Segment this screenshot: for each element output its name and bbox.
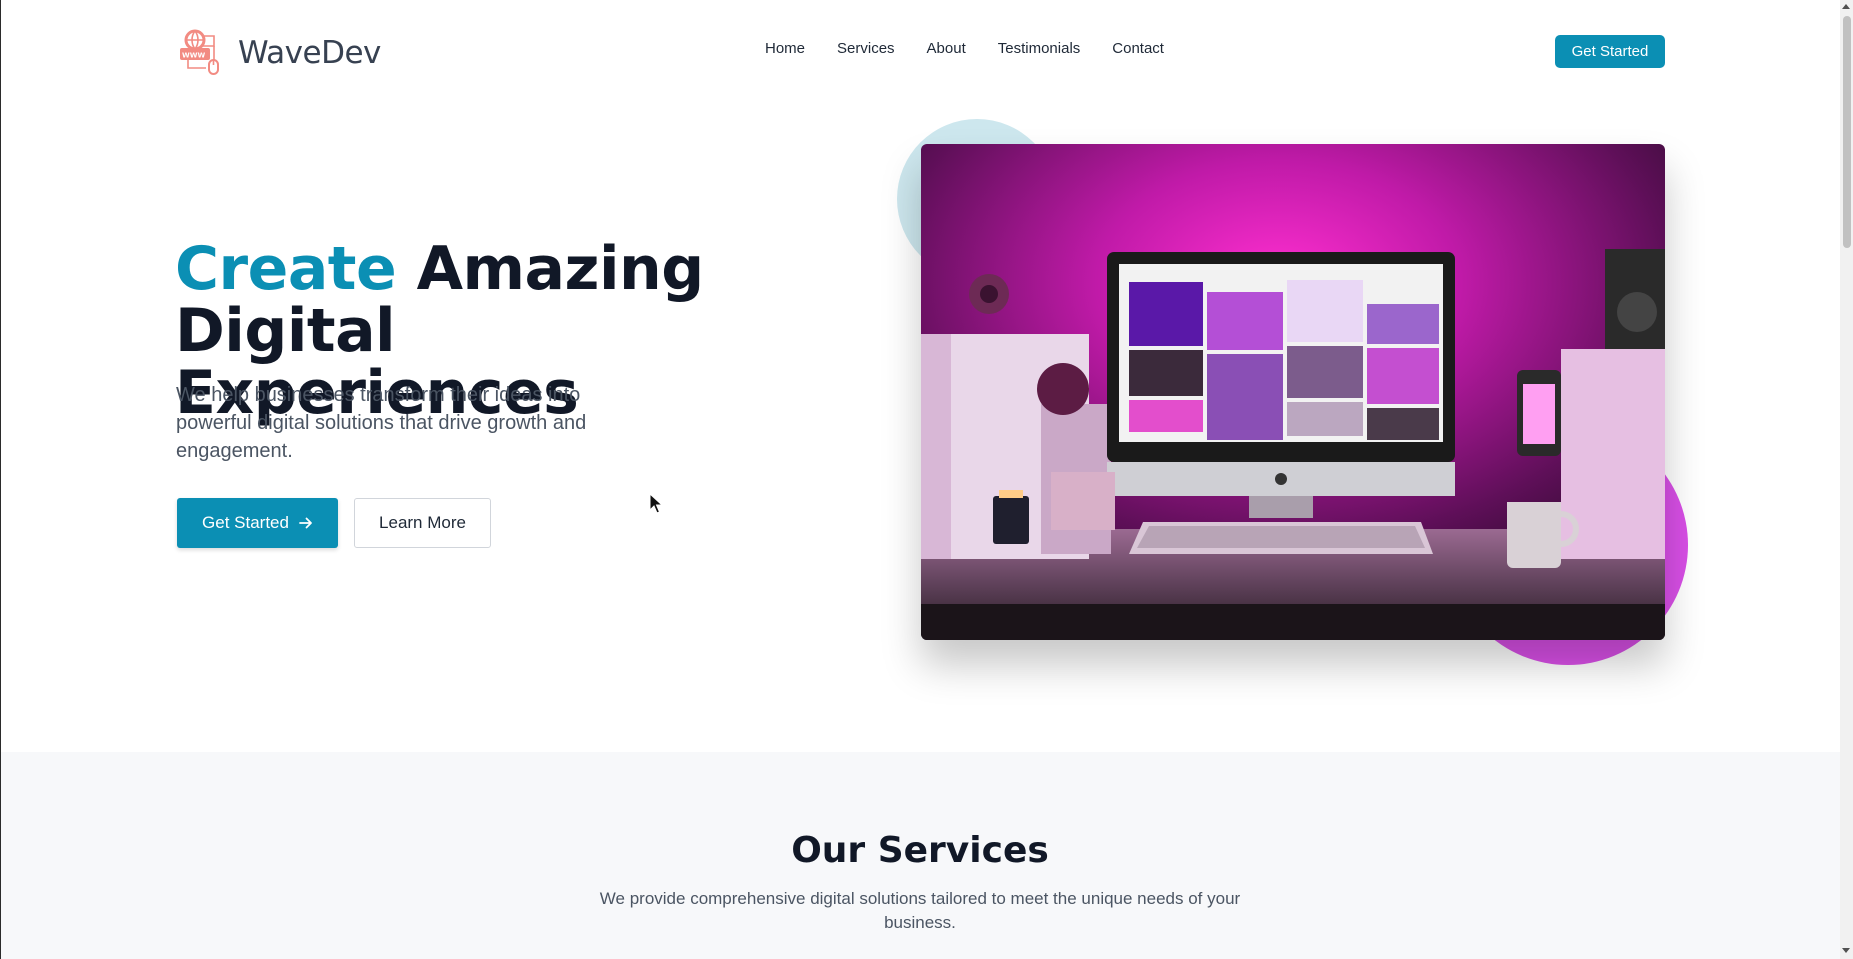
hero-title-accent: Create	[175, 234, 397, 304]
scrollbar-thumb[interactable]	[1843, 16, 1851, 248]
header-get-started-button[interactable]: Get Started	[1555, 35, 1665, 68]
brand-logo[interactable]: WWW WaveDev	[178, 26, 381, 80]
learn-more-button[interactable]: Learn More	[354, 498, 491, 548]
desk-setup-illustration	[921, 144, 1665, 640]
svg-text:WWW: WWW	[182, 52, 205, 60]
hero-subtitle: We help businesses transform their ideas…	[176, 384, 587, 462]
hero-get-started-button[interactable]: Get Started	[177, 498, 338, 548]
nav-about[interactable]: About	[927, 40, 966, 57]
brand-name: WaveDev	[238, 35, 381, 71]
services-title: Our Services	[791, 830, 1049, 871]
mouse-cursor-icon	[649, 493, 663, 514]
hero-title-part-1: Amazing	[416, 234, 705, 304]
web-network-icon: WWW	[180, 29, 219, 75]
nav-contact[interactable]: Contact	[1112, 40, 1164, 57]
nav-testimonials[interactable]: Testimonials	[998, 40, 1081, 57]
scroll-up-arrow-icon[interactable]	[1842, 4, 1850, 9]
main-nav: Home Services About Testimonials Contact	[765, 40, 1164, 57]
site-header: WWW WaveDev Home Services About Testimon…	[0, 0, 1840, 100]
arrow-right-icon	[299, 517, 312, 529]
vertical-scrollbar[interactable]	[1840, 0, 1853, 959]
services-subtitle: We provide comprehensive digital solutio…	[599, 889, 1241, 932]
nav-services[interactable]: Services	[837, 40, 895, 57]
scroll-down-arrow-icon[interactable]	[1842, 948, 1850, 953]
page: WWW WaveDev Home Services About Testimon…	[0, 0, 1840, 959]
hero-get-started-label: Get Started	[202, 513, 289, 532]
hero-image	[921, 144, 1665, 640]
window-edge	[0, 0, 1, 959]
nav-home[interactable]: Home	[765, 40, 805, 57]
